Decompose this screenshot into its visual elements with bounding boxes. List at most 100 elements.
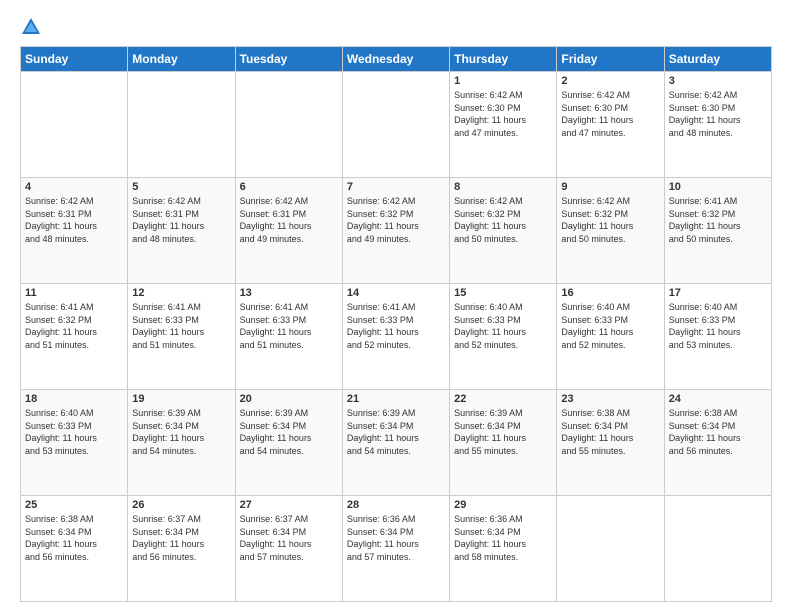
calendar-cell: 4 Sunrise: 6:42 AMSunset: 6:31 PMDaylight… <box>21 178 128 284</box>
day-number: 14 <box>347 287 445 299</box>
calendar-cell <box>557 496 664 602</box>
day-info: Sunrise: 6:42 AMSunset: 6:32 PMDaylight:… <box>347 195 445 245</box>
day-info: Sunrise: 6:36 AMSunset: 6:34 PMDaylight:… <box>347 513 445 563</box>
day-info: Sunrise: 6:36 AMSunset: 6:34 PMDaylight:… <box>454 513 552 563</box>
day-info: Sunrise: 6:41 AMSunset: 6:32 PMDaylight:… <box>669 195 767 245</box>
day-info: Sunrise: 6:40 AMSunset: 6:33 PMDaylight:… <box>561 301 659 351</box>
day-number: 5 <box>132 181 230 193</box>
day-number: 18 <box>25 393 123 405</box>
day-info: Sunrise: 6:37 AMSunset: 6:34 PMDaylight:… <box>240 513 338 563</box>
calendar-header-row: SundayMondayTuesdayWednesdayThursdayFrid… <box>21 47 772 72</box>
calendar-week-row: 25Sunrise: 6:38 AMSunset: 6:34 PMDayligh… <box>21 496 772 602</box>
weekday-header-wednesday: Wednesday <box>342 47 449 72</box>
day-number: 27 <box>240 499 338 511</box>
day-number: 3 <box>669 75 767 87</box>
day-info: Sunrise: 6:40 AMSunset: 6:33 PMDaylight:… <box>25 407 123 457</box>
day-number: 24 <box>669 393 767 405</box>
day-number: 2 <box>561 75 659 87</box>
day-info: Sunrise: 6:39 AMSunset: 6:34 PMDaylight:… <box>132 407 230 457</box>
day-info: Sunrise: 6:41 AMSunset: 6:33 PMDaylight:… <box>240 301 338 351</box>
day-number: 13 <box>240 287 338 299</box>
day-info: Sunrise: 6:38 AMSunset: 6:34 PMDaylight:… <box>669 407 767 457</box>
day-info: Sunrise: 6:39 AMSunset: 6:34 PMDaylight:… <box>240 407 338 457</box>
calendar-cell: 26 Sunrise: 6:37 AMSunset: 6:34 PMDayligh… <box>128 496 235 602</box>
weekday-header-tuesday: Tuesday <box>235 47 342 72</box>
day-number: 15 <box>454 287 552 299</box>
day-number: 6 <box>240 181 338 193</box>
calendar-table: SundayMondayTuesdayWednesdayThursdayFrid… <box>20 46 772 602</box>
calendar-cell: 23 Sunrise: 6:38 AMSunset: 6:34 PMDayligh… <box>557 390 664 496</box>
calendar-cell: 19Sunrise: 6:39 AMSunset: 6:34 PMDayligh… <box>128 390 235 496</box>
day-number: 12 <box>132 287 230 299</box>
calendar-cell: 9 Sunrise: 6:42 AMSunset: 6:32 PMDaylight… <box>557 178 664 284</box>
day-number: 22 <box>454 393 552 405</box>
calendar-cell: 20 Sunrise: 6:39 AMSunset: 6:34 PMDayligh… <box>235 390 342 496</box>
day-number: 29 <box>454 499 552 511</box>
weekday-header-monday: Monday <box>128 47 235 72</box>
calendar-week-row: 11Sunrise: 6:41 AMSunset: 6:32 PMDayligh… <box>21 284 772 390</box>
day-number: 4 <box>25 181 123 193</box>
calendar-cell: 24 Sunrise: 6:38 AMSunset: 6:34 PMDayligh… <box>664 390 771 496</box>
day-number: 23 <box>561 393 659 405</box>
day-number: 10 <box>669 181 767 193</box>
calendar-cell: 16 Sunrise: 6:40 AMSunset: 6:33 PMDayligh… <box>557 284 664 390</box>
calendar-cell: 10 Sunrise: 6:41 AMSunset: 6:32 PMDayligh… <box>664 178 771 284</box>
weekday-header-saturday: Saturday <box>664 47 771 72</box>
calendar-cell <box>664 496 771 602</box>
calendar-cell: 12Sunrise: 6:41 AMSunset: 6:33 PMDayligh… <box>128 284 235 390</box>
day-number: 1 <box>454 75 552 87</box>
day-number: 9 <box>561 181 659 193</box>
calendar-cell: 21 Sunrise: 6:39 AMSunset: 6:34 PMDayligh… <box>342 390 449 496</box>
calendar-cell: 13 Sunrise: 6:41 AMSunset: 6:33 PMDayligh… <box>235 284 342 390</box>
calendar-cell: 22 Sunrise: 6:39 AMSunset: 6:34 PMDayligh… <box>450 390 557 496</box>
day-number: 17 <box>669 287 767 299</box>
calendar-week-row: 1 Sunrise: 6:42 AMSunset: 6:30 PMDaylight… <box>21 72 772 178</box>
day-info: Sunrise: 6:42 AMSunset: 6:30 PMDaylight:… <box>561 89 659 139</box>
day-info: Sunrise: 6:42 AMSunset: 6:31 PMDaylight:… <box>240 195 338 245</box>
calendar-cell <box>128 72 235 178</box>
day-info: Sunrise: 6:41 AMSunset: 6:32 PMDaylight:… <box>25 301 123 351</box>
calendar-cell: 3 Sunrise: 6:42 AMSunset: 6:30 PMDaylight… <box>664 72 771 178</box>
day-info: Sunrise: 6:37 AMSunset: 6:34 PMDaylight:… <box>132 513 230 563</box>
calendar-cell: 6 Sunrise: 6:42 AMSunset: 6:31 PMDaylight… <box>235 178 342 284</box>
day-info: Sunrise: 6:42 AMSunset: 6:30 PMDaylight:… <box>669 89 767 139</box>
calendar-cell: 8 Sunrise: 6:42 AMSunset: 6:32 PMDaylight… <box>450 178 557 284</box>
calendar-cell: 5Sunrise: 6:42 AMSunset: 6:31 PMDaylight… <box>128 178 235 284</box>
day-number: 21 <box>347 393 445 405</box>
calendar-cell: 7 Sunrise: 6:42 AMSunset: 6:32 PMDaylight… <box>342 178 449 284</box>
calendar-cell: 18 Sunrise: 6:40 AMSunset: 6:33 PMDayligh… <box>21 390 128 496</box>
calendar-week-row: 4 Sunrise: 6:42 AMSunset: 6:31 PMDaylight… <box>21 178 772 284</box>
day-number: 20 <box>240 393 338 405</box>
logo <box>20 16 46 40</box>
calendar-week-row: 18 Sunrise: 6:40 AMSunset: 6:33 PMDayligh… <box>21 390 772 496</box>
day-info: Sunrise: 6:42 AMSunset: 6:32 PMDaylight:… <box>454 195 552 245</box>
calendar-cell: 11Sunrise: 6:41 AMSunset: 6:32 PMDayligh… <box>21 284 128 390</box>
day-number: 8 <box>454 181 552 193</box>
day-info: Sunrise: 6:39 AMSunset: 6:34 PMDaylight:… <box>347 407 445 457</box>
calendar-cell: 29 Sunrise: 6:36 AMSunset: 6:34 PMDayligh… <box>450 496 557 602</box>
day-info: Sunrise: 6:39 AMSunset: 6:34 PMDaylight:… <box>454 407 552 457</box>
header <box>20 16 772 40</box>
calendar-cell <box>342 72 449 178</box>
day-number: 28 <box>347 499 445 511</box>
day-number: 7 <box>347 181 445 193</box>
day-info: Sunrise: 6:40 AMSunset: 6:33 PMDaylight:… <box>669 301 767 351</box>
day-info: Sunrise: 6:42 AMSunset: 6:30 PMDaylight:… <box>454 89 552 139</box>
calendar-cell: 25Sunrise: 6:38 AMSunset: 6:34 PMDayligh… <box>21 496 128 602</box>
calendar-cell <box>21 72 128 178</box>
calendar-cell: 27 Sunrise: 6:37 AMSunset: 6:34 PMDayligh… <box>235 496 342 602</box>
page: SundayMondayTuesdayWednesdayThursdayFrid… <box>0 0 792 612</box>
weekday-header-friday: Friday <box>557 47 664 72</box>
logo-icon <box>20 16 42 38</box>
calendar-cell: 14 Sunrise: 6:41 AMSunset: 6:33 PMDayligh… <box>342 284 449 390</box>
calendar-cell: 2 Sunrise: 6:42 AMSunset: 6:30 PMDaylight… <box>557 72 664 178</box>
day-number: 25 <box>25 499 123 511</box>
day-number: 26 <box>132 499 230 511</box>
day-info: Sunrise: 6:41 AMSunset: 6:33 PMDaylight:… <box>347 301 445 351</box>
day-info: Sunrise: 6:42 AMSunset: 6:31 PMDaylight:… <box>25 195 123 245</box>
day-info: Sunrise: 6:42 AMSunset: 6:32 PMDaylight:… <box>561 195 659 245</box>
calendar-cell: 28 Sunrise: 6:36 AMSunset: 6:34 PMDayligh… <box>342 496 449 602</box>
day-info: Sunrise: 6:38 AMSunset: 6:34 PMDaylight:… <box>561 407 659 457</box>
day-number: 16 <box>561 287 659 299</box>
calendar-cell <box>235 72 342 178</box>
